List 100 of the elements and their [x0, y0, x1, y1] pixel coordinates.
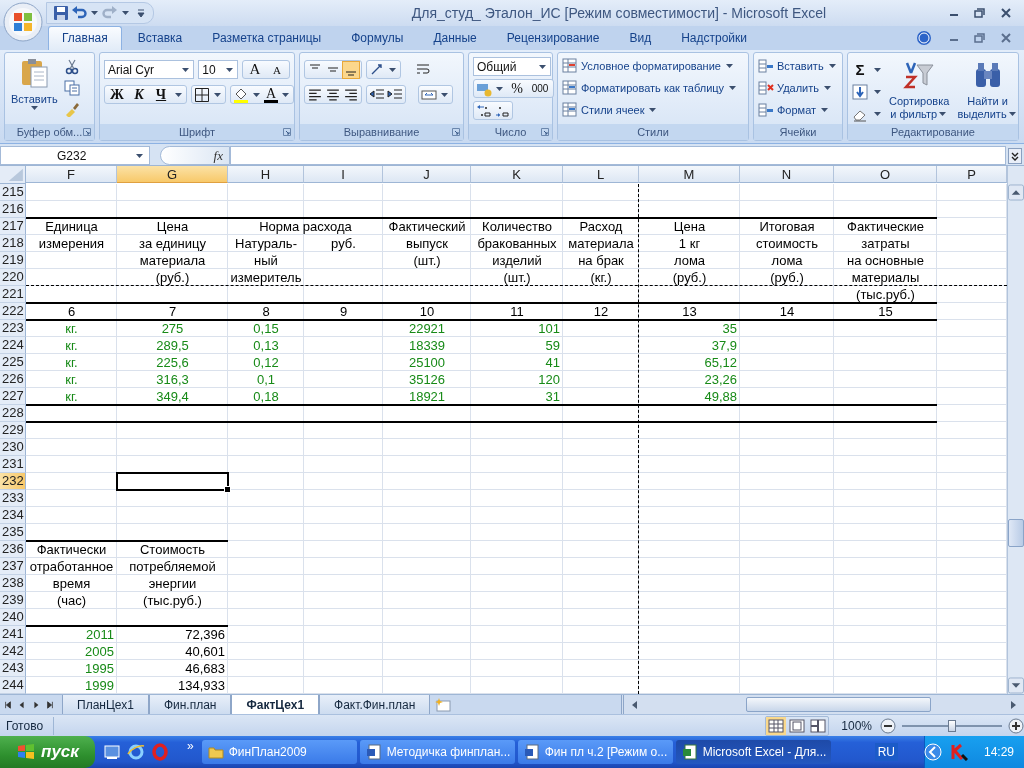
underline-button[interactable]: Ч [151, 86, 171, 103]
fill-handle[interactable] [224, 486, 231, 493]
row-header[interactable]: 224 [0, 337, 26, 354]
desktop-icon[interactable] [103, 743, 121, 761]
selected-cell[interactable] [117, 473, 228, 490]
sheet-tab[interactable]: Факт.Фин.план [319, 695, 431, 714]
normal-view-icon[interactable] [766, 716, 787, 735]
zoom-level[interactable]: 100% [841, 718, 872, 733]
column-header[interactable]: H [228, 166, 304, 183]
sheet-tab[interactable]: ФактЦех1 [231, 695, 320, 714]
zoom-out-icon[interactable] [880, 717, 896, 734]
column-header[interactable]: F [26, 166, 117, 183]
sheet-tab[interactable]: ПланЦех1 [62, 695, 149, 714]
row-header[interactable]: 234 [0, 507, 26, 524]
row-header[interactable]: 242 [0, 643, 26, 660]
first-sheet-icon[interactable] [4, 700, 12, 709]
row-header[interactable]: 217 [0, 218, 26, 235]
row-header[interactable]: 235 [0, 524, 26, 541]
ribbon-tab[interactable]: Вставка [123, 26, 197, 50]
column-header[interactable]: L [563, 166, 639, 183]
row-header[interactable]: 243 [0, 660, 26, 677]
row-header[interactable]: 223 [0, 320, 26, 337]
scroll-thumb[interactable] [746, 697, 931, 712]
taskbar-button[interactable]: Microsoft Excel - Для... [675, 740, 831, 764]
column-header[interactable]: M [639, 166, 740, 183]
dialog-launcher-icon[interactable] [452, 128, 460, 136]
row-header[interactable]: 230 [0, 439, 26, 456]
row-header[interactable]: 240 [0, 609, 26, 626]
copy-icon[interactable] [63, 80, 80, 96]
font-size-field[interactable]: 10 [198, 60, 238, 79]
row-header[interactable]: 226 [0, 371, 26, 388]
ribbon-tab[interactable]: Главная [48, 26, 122, 50]
cells-menu-button[interactable]: Формат [758, 100, 838, 120]
formula-input[interactable] [230, 146, 1006, 165]
scroll-down-icon[interactable] [1008, 677, 1024, 694]
column-header[interactable]: K [471, 166, 563, 183]
cells-menu-button[interactable]: Удалить [758, 78, 838, 98]
cells-menu-button[interactable]: Вставить [758, 56, 838, 76]
row-header[interactable]: 244 [0, 677, 26, 694]
horizontal-scrollbar[interactable] [621, 695, 1024, 714]
increase-decimal-icon[interactable] [476, 102, 492, 119]
scroll-thumb[interactable] [1008, 519, 1024, 547]
styles-menu-button[interactable]: Стили ячеек [562, 100, 744, 120]
paste-button[interactable]: Вставить [9, 57, 60, 124]
grow-font-button[interactable]: A [245, 61, 265, 78]
borders-icon[interactable] [194, 86, 210, 103]
column-header[interactable]: G [117, 166, 228, 183]
percent-button[interactable]: % [507, 80, 527, 97]
row-header[interactable]: 221 [0, 286, 26, 303]
row-header[interactable]: 233 [0, 490, 26, 507]
styles-menu-button[interactable]: Форматировать как таблицу [562, 78, 744, 98]
italic-button[interactable]: К [129, 86, 149, 103]
customize-icon[interactable] [137, 8, 145, 18]
row-header[interactable]: 238 [0, 575, 26, 592]
browser-icon[interactable] [127, 743, 145, 761]
row-header[interactable]: 222 [0, 303, 26, 320]
number-format-field[interactable]: Общий [473, 57, 551, 76]
ribbon-tab[interactable]: Данные [419, 26, 491, 50]
row-header[interactable]: 239 [0, 592, 26, 609]
scroll-right-icon[interactable] [1008, 699, 1018, 710]
row-header[interactable]: 237 [0, 558, 26, 575]
row-header[interactable]: 231 [0, 456, 26, 473]
row-header[interactable]: 228 [0, 405, 26, 422]
zoom-slider-thumb[interactable] [948, 719, 956, 732]
find-select-button[interactable]: Найти и выделить [955, 57, 1020, 124]
function-button[interactable]: fx [160, 146, 230, 165]
row-header[interactable]: 227 [0, 388, 26, 405]
previous-sheet-icon[interactable] [18, 700, 26, 709]
row-header[interactable]: 225 [0, 354, 26, 371]
row-header[interactable]: 218 [0, 235, 26, 252]
row-header[interactable]: 220 [0, 269, 26, 286]
start-button[interactable]: пуск [0, 736, 95, 768]
ribbon-tab[interactable]: Разметка страницы [198, 26, 336, 50]
ribbon-tab[interactable]: Рецензирование [492, 26, 614, 50]
scroll-left-icon[interactable] [630, 699, 640, 710]
vertical-align-icon[interactable] [343, 61, 359, 78]
ribbon-tab[interactable]: Формулы [337, 26, 418, 50]
row-header[interactable]: 241 [0, 626, 26, 643]
undo-icon[interactable] [71, 5, 87, 21]
row-header[interactable]: 216 [0, 201, 26, 218]
zoom-in-icon[interactable] [1008, 717, 1024, 734]
ribbon-tab[interactable]: Вид [615, 26, 666, 50]
vertical-scrollbar[interactable] [1007, 166, 1024, 694]
column-header[interactable]: P [937, 166, 1007, 183]
bold-button[interactable]: Ж [107, 86, 127, 103]
fill-down-icon[interactable] [852, 84, 868, 100]
row-header[interactable]: 232 [0, 473, 26, 490]
column-header[interactable]: I [304, 166, 383, 183]
font-name-field[interactable]: Arial Cyr [104, 60, 195, 79]
expand-tray-icon[interactable] [923, 743, 942, 761]
next-sheet-icon[interactable] [32, 700, 40, 709]
column-header[interactable]: N [740, 166, 834, 183]
expand-icon[interactable] [1008, 147, 1022, 164]
scissors-icon[interactable] [63, 59, 80, 75]
more-button[interactable]: » [187, 739, 194, 753]
autosum-button[interactable]: Σ [852, 61, 868, 78]
shrink-font-button[interactable]: A [267, 61, 287, 78]
sheet-tab[interactable]: Фин.план [148, 695, 232, 714]
help-icon[interactable] [916, 30, 932, 46]
page-layout-icon[interactable] [787, 716, 808, 735]
